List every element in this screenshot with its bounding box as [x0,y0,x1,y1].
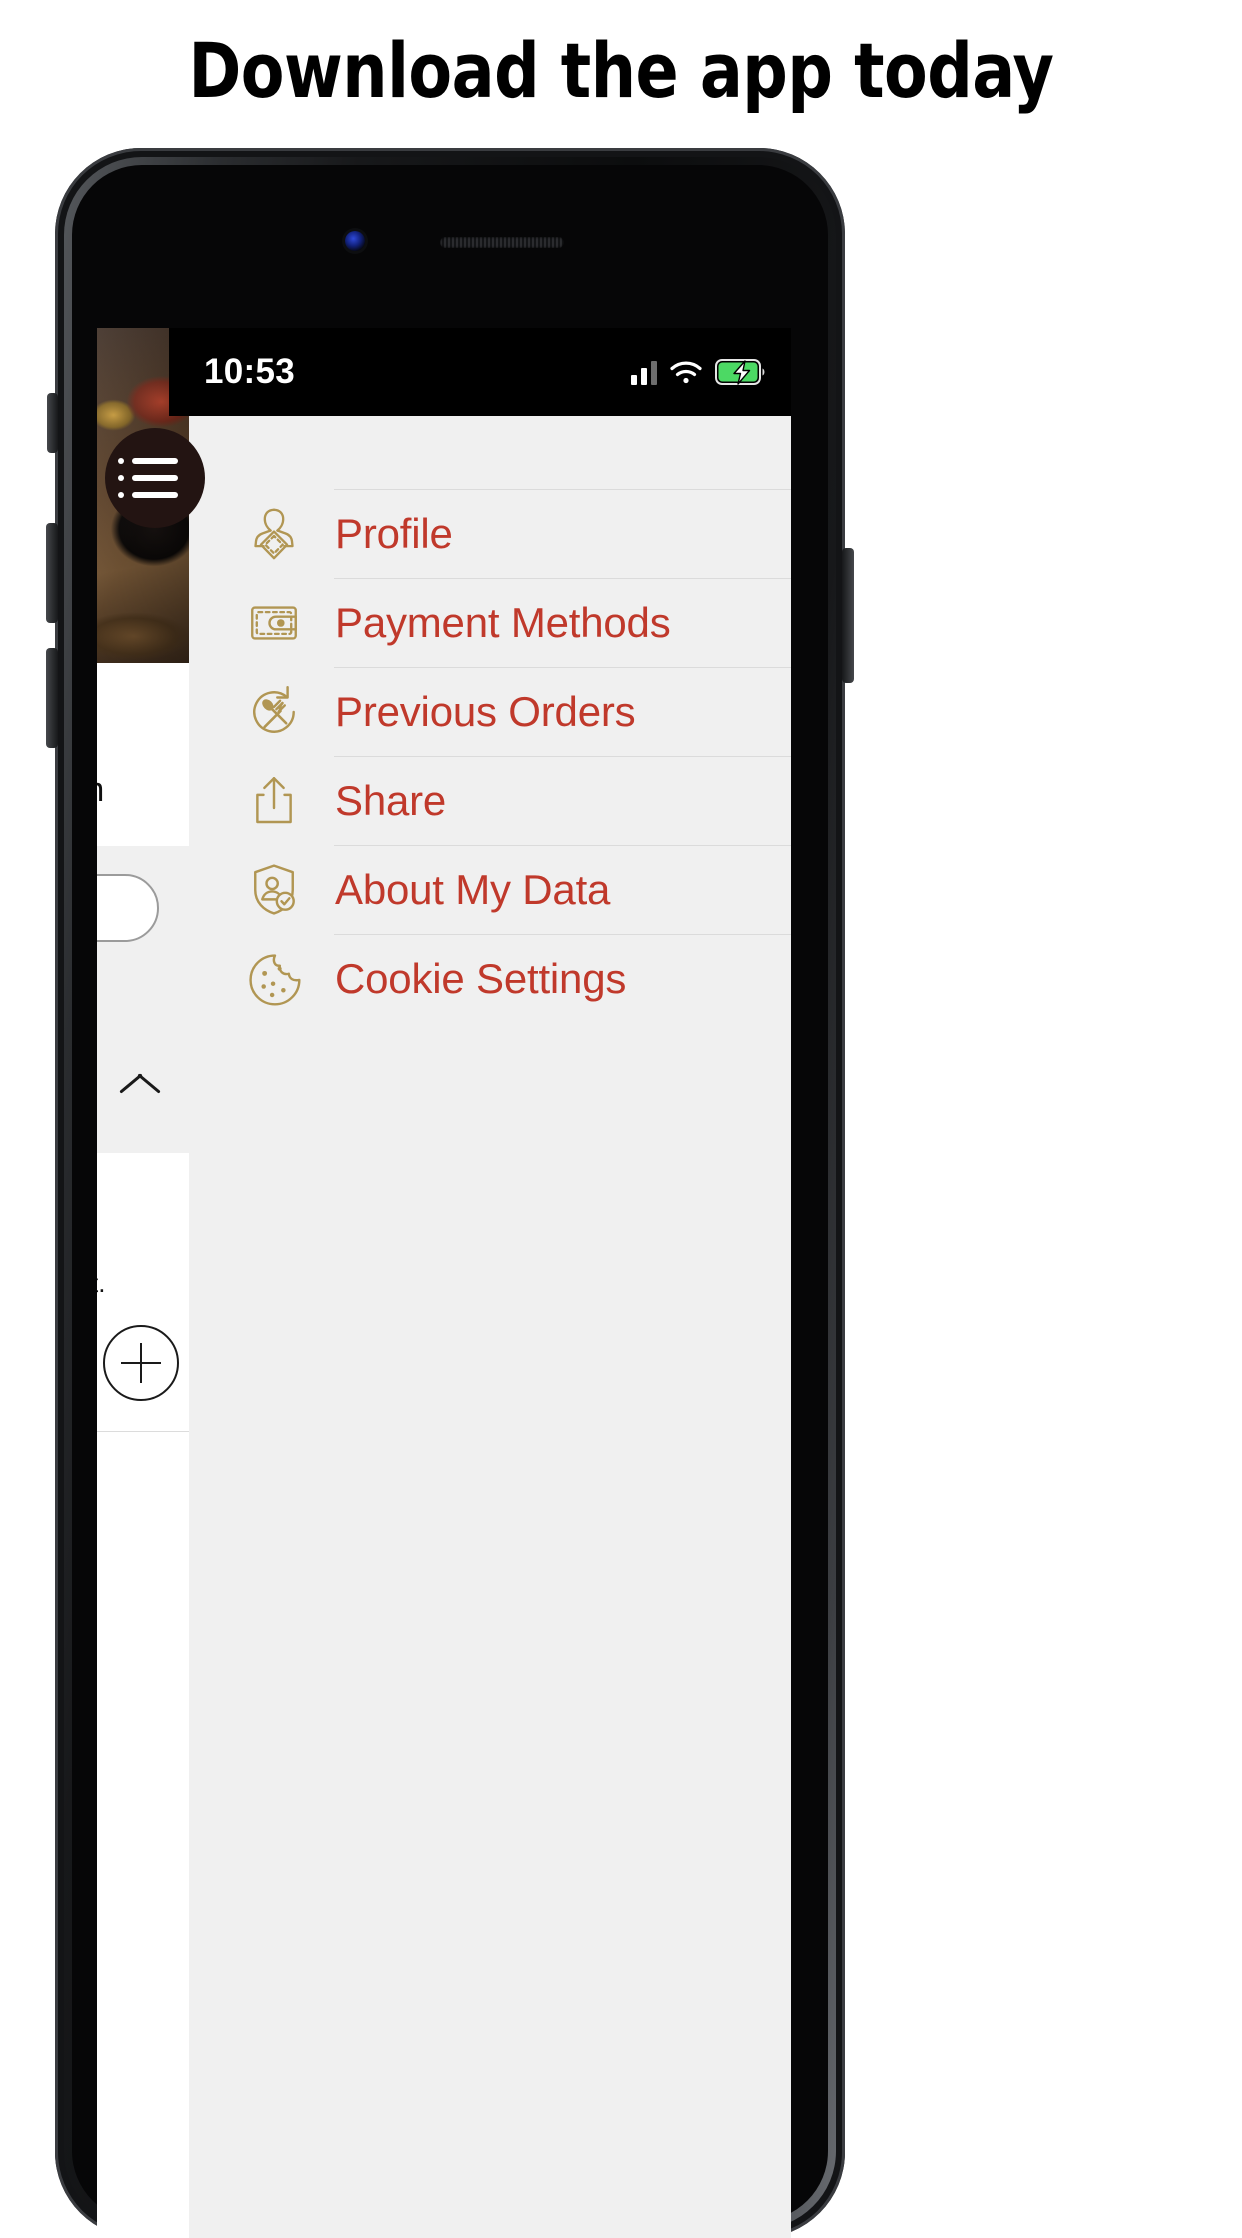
hamburger-line [118,475,178,481]
menu-item-label: Cookie Settings [335,954,627,1002]
wallet-icon [241,590,307,656]
menu-divider [334,934,791,935]
wifi-icon [670,361,702,384]
status-bar-time: 10:53 [204,352,296,391]
menu-divider [334,489,791,490]
status-bar: 10:53 [169,328,791,416]
underlying-app-content: CE km t. [97,663,189,2238]
list-divider [97,1431,189,1432]
collapse-section[interactable] [97,1008,189,1154]
menu-item-label: About My Data [335,865,611,913]
menu-item-label: Share [335,776,447,824]
menu-item-about-my-data[interactable]: About My Data [189,845,791,934]
hamburger-line [118,492,178,498]
plus-circle-icon[interactable] [103,1325,179,1401]
menu-divider [334,845,791,846]
drawer-top-spacer [189,416,791,489]
phone-screen: CE km t. [97,328,791,2238]
menu-item-label: Profile [335,509,453,557]
menu-item-label: Payment Methods [335,598,671,646]
cookie-icon [241,946,307,1012]
front-camera-icon [345,231,365,251]
menu-divider [334,667,791,668]
share-upload-icon [241,768,307,834]
filter-pill-button[interactable] [97,874,159,942]
status-bar-indicators [631,359,767,385]
hamburger-menu-button[interactable] [105,428,205,528]
power-button[interactable] [842,548,854,683]
cellular-signal-icon [631,359,657,385]
list-card: t. [97,1153,189,2238]
list-item-text: t. [97,1268,106,1298]
navigation-drawer: Profile Payment Methods Previous Orders … [189,416,791,2238]
menu-item-profile[interactable]: Profile [189,489,791,578]
menu-divider [334,756,791,757]
distance-card: CE km [97,663,189,846]
battery-charging-icon [715,359,765,385]
sensor-row [55,228,845,254]
hamburger-line [118,458,178,464]
volume-down-button[interactable] [46,648,58,748]
menu-item-share[interactable]: Share [189,756,791,845]
refresh-cutlery-icon [241,679,307,745]
volume-up-button[interactable] [46,523,58,623]
menu-item-label: Previous Orders [335,687,636,735]
silent-switch-button[interactable] [47,393,58,453]
distance-value: km [97,771,104,810]
menu-item-previous-orders[interactable]: Previous Orders [189,667,791,756]
menu-divider [334,578,791,579]
menu-item-cookie-settings[interactable]: Cookie Settings [189,934,791,1023]
chevron-up-icon[interactable] [127,1066,165,1104]
phone-device-frame: CE km t. [46,148,854,2238]
page-title: Download the app today [188,25,1054,115]
menu-item-payment-methods[interactable]: Payment Methods [189,578,791,667]
earpiece-speaker [440,237,564,248]
filter-bar [97,846,189,1008]
person-apron-icon [241,501,307,567]
shield-person-check-icon [241,857,307,923]
